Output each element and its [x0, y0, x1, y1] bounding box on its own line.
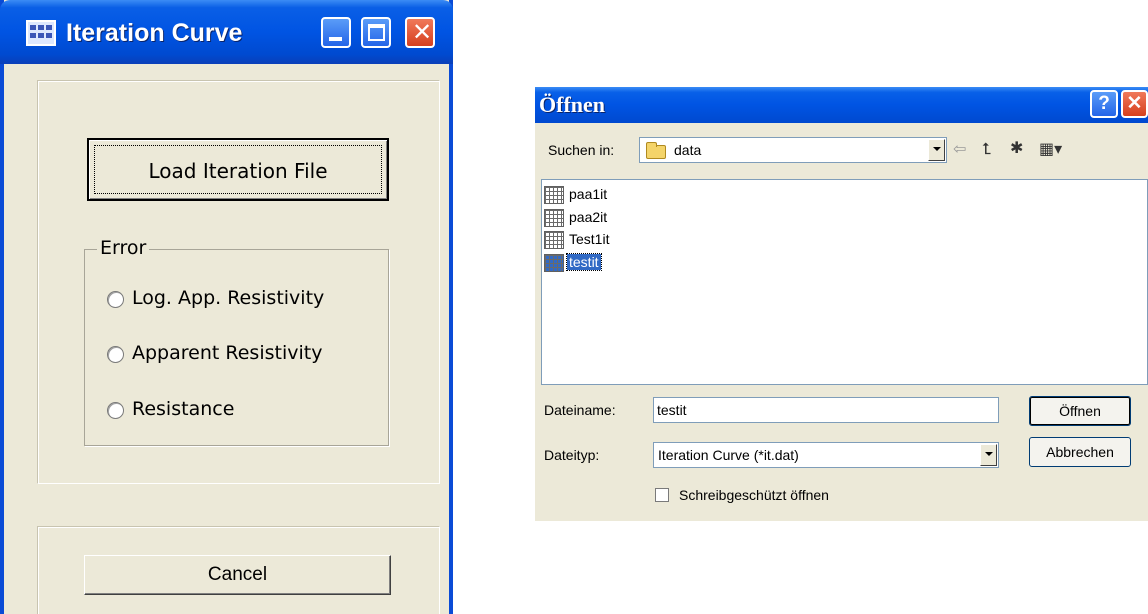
radio-log-app-resistivity[interactable]: Log. App. Resistivity	[107, 287, 387, 313]
radio-label: Apparent Resistivity	[132, 342, 323, 364]
filename-value: testit	[657, 402, 687, 418]
iteration-curve-window: Iteration Curve ✕ Load Iteration File Er…	[0, 0, 453, 614]
look-in-value: data	[674, 142, 702, 158]
open-file-dialog: Öffnen ? ✕ Suchen in: data ⇦ ⮤ ✱ ▦▾ paa1…	[535, 87, 1148, 521]
dialog-title-bar[interactable]: Öffnen ? ✕	[535, 87, 1148, 123]
minimize-icon	[329, 37, 342, 41]
window-title: Iteration Curve	[66, 19, 243, 47]
filetype-value: Iteration Curve (*it.dat)	[658, 447, 799, 463]
file-icon	[544, 231, 564, 249]
cancel-button[interactable]: Cancel	[84, 555, 391, 595]
close-icon: ✕	[412, 18, 433, 46]
folder-icon	[646, 142, 666, 159]
look-in-label: Suchen in:	[548, 142, 615, 158]
abbrechen-button-label: Abbrechen	[1046, 444, 1114, 460]
help-button[interactable]: ?	[1090, 90, 1118, 118]
close-icon: ✕	[1126, 93, 1143, 114]
close-button[interactable]: ✕	[405, 17, 435, 48]
file-name: testit	[566, 252, 602, 271]
back-arrow-icon[interactable]: ⇦	[953, 139, 966, 158]
open-button[interactable]: Öffnen	[1029, 396, 1131, 426]
filename-input[interactable]: testit	[653, 397, 999, 423]
file-icon	[544, 253, 564, 272]
radio-circle	[107, 402, 124, 419]
abbrechen-button[interactable]: Abbrechen	[1029, 437, 1131, 467]
radio-label: Resistance	[132, 398, 235, 420]
file-name: Test1it	[569, 231, 610, 247]
readonly-label: Schreibgeschützt öffnen	[679, 487, 829, 503]
title-bar[interactable]: Iteration Curve ✕	[0, 0, 453, 64]
load-iteration-file-button[interactable]: Load Iteration File	[87, 138, 389, 201]
view-menu-icon[interactable]: ▦▾	[1039, 139, 1062, 158]
look-in-combo[interactable]: data	[639, 137, 947, 163]
dialog-close-button[interactable]: ✕	[1121, 90, 1148, 118]
file-name: paa1it	[569, 186, 608, 202]
grid-app-icon	[26, 20, 56, 46]
error-groupbox: Error Log. App. Resistivity Apparent Res…	[84, 237, 389, 446]
file-icon	[544, 208, 564, 227]
radio-circle	[107, 346, 124, 363]
file-icon	[544, 186, 564, 204]
dialog-title: Öffnen	[539, 92, 605, 117]
up-folder-icon[interactable]: ⮤	[982, 139, 991, 159]
maximize-button[interactable]	[361, 17, 391, 48]
minimize-button[interactable]	[321, 17, 351, 48]
help-icon: ?	[1098, 93, 1110, 114]
radio-label: Log. App. Resistivity	[132, 287, 325, 309]
new-folder-icon[interactable]: ✱	[1010, 138, 1023, 157]
chevron-down-icon[interactable]	[928, 139, 945, 161]
filename-label: Dateiname:	[544, 402, 616, 418]
open-button-label: Öffnen	[1059, 403, 1101, 419]
filetype-label: Dateityp:	[544, 447, 600, 463]
file-list[interactable]: paa1it paa2it Test1it testit	[541, 179, 1148, 385]
error-group-label: Error	[97, 237, 150, 259]
filetype-combo[interactable]: Iteration Curve (*it.dat)	[653, 442, 999, 468]
load-button-label: Load Iteration File	[148, 159, 328, 183]
file-name: paa2it	[569, 208, 608, 225]
radio-apparent-resistivity[interactable]: Apparent Resistivity	[107, 342, 387, 368]
cancel-button-label: Cancel	[207, 564, 268, 585]
radio-resistance[interactable]: Resistance	[107, 398, 387, 424]
radio-circle	[107, 291, 124, 308]
maximize-icon	[368, 24, 385, 41]
chevron-down-icon[interactable]	[980, 444, 997, 466]
readonly-checkbox[interactable]	[655, 488, 669, 502]
